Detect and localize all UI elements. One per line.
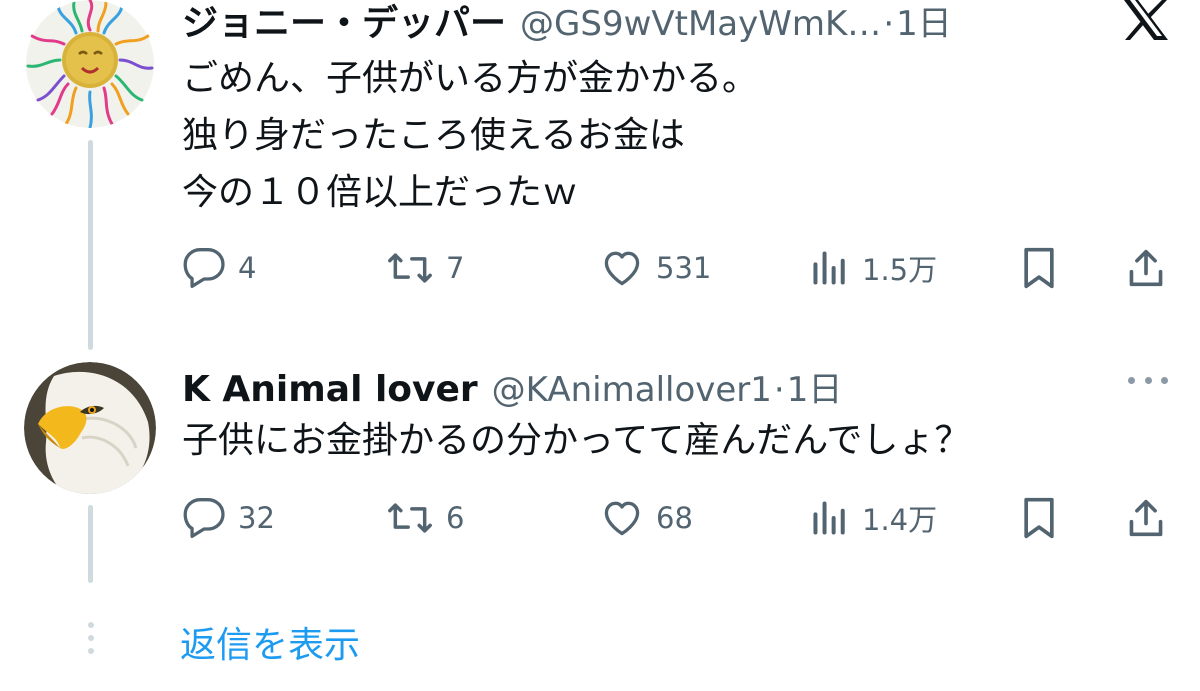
retweet-icon	[388, 253, 432, 283]
tweet-text-line: 今の１０倍以上だったｗ	[182, 172, 579, 213]
retweet-button[interactable]: 7	[386, 243, 464, 293]
tweet-actions: 32 6 68 1.4万	[0, 493, 1200, 543]
separator: ·	[883, 4, 895, 44]
show-replies-link[interactable]: 返信を表示	[180, 616, 360, 668]
thread-continuation-dots	[86, 622, 95, 654]
display-name[interactable]: ジョニー・デッパー	[182, 0, 506, 46]
avatar-sun[interactable]	[24, 0, 156, 128]
tweet-header: ジョニー・デッパー @GS9wVtMayWmK… · 1日	[182, 0, 952, 46]
views-button[interactable]: 1.4万	[810, 493, 937, 543]
x-logo-icon[interactable]	[1122, 0, 1170, 40]
views-icon	[813, 501, 845, 535]
views-icon	[813, 251, 845, 285]
heart-icon	[604, 251, 640, 286]
reply-icon	[183, 248, 225, 288]
tweet-text: ごめん、子供がいる方が金かかる。 独り身だったころ使えるお金は 今の１０倍以上だ…	[182, 50, 758, 221]
share-icon	[1129, 249, 1163, 287]
reply-button[interactable]: 4	[182, 243, 256, 293]
tweet-text: 子供にお金掛かるの分かってて産んだんでしょ？	[182, 412, 970, 469]
share-button[interactable]	[1126, 243, 1166, 293]
views-button[interactable]: 1.5万	[810, 243, 937, 293]
tweet-text-line: 独り身だったころ使えるお金は	[182, 115, 685, 156]
retweet-button[interactable]: 6	[386, 493, 464, 543]
retweet-count: 7	[446, 251, 465, 285]
more-icon[interactable]	[1128, 370, 1168, 390]
bookmark-button[interactable]	[1020, 243, 1058, 293]
views-count: 1.5万	[862, 253, 938, 287]
retweet-count: 6	[446, 501, 465, 535]
reply-button[interactable]: 32	[182, 493, 275, 543]
eagle-avatar-image	[24, 362, 156, 494]
reply-count: 4	[238, 251, 257, 285]
handle[interactable]: @KAnimallover1	[492, 370, 772, 410]
timestamp[interactable]: 1日	[787, 362, 843, 411]
retweet-icon	[388, 503, 432, 533]
bookmark-icon	[1024, 247, 1054, 289]
separator: ·	[773, 370, 785, 410]
reply-count: 32	[238, 501, 275, 535]
timestamp[interactable]: 1日	[896, 0, 952, 45]
tweet-header: K Animal lover @KAnimallover1 · 1日	[182, 362, 842, 411]
bookmark-button[interactable]	[1020, 493, 1058, 543]
like-button[interactable]: 68	[600, 493, 693, 543]
reply-icon	[183, 498, 225, 538]
sun-avatar-image	[26, 0, 154, 128]
like-button[interactable]: 531	[600, 243, 711, 293]
reply-thread: ジョニー・デッパー @GS9wVtMayWmK… · 1日 ごめん、子供がいる方…	[0, 0, 1200, 691]
like-count: 531	[656, 251, 712, 285]
share-button[interactable]	[1126, 493, 1166, 543]
like-count: 68	[656, 501, 693, 535]
handle[interactable]: @GS9wVtMayWmK…	[520, 4, 881, 44]
avatar-eagle[interactable]	[24, 362, 156, 494]
tweet-actions: 4 7 531 1.5万	[0, 243, 1200, 293]
heart-icon	[604, 501, 640, 536]
share-icon	[1129, 499, 1163, 537]
display-name[interactable]: K Animal lover	[182, 369, 478, 410]
tweet-text-line: 子供にお金掛かるの分かってて産んだんでしょ？	[182, 420, 971, 461]
views-count: 1.4万	[862, 503, 938, 537]
tweet-text-line: ごめん、子供がいる方が金かかる。	[182, 58, 759, 99]
bookmark-icon	[1024, 497, 1054, 539]
